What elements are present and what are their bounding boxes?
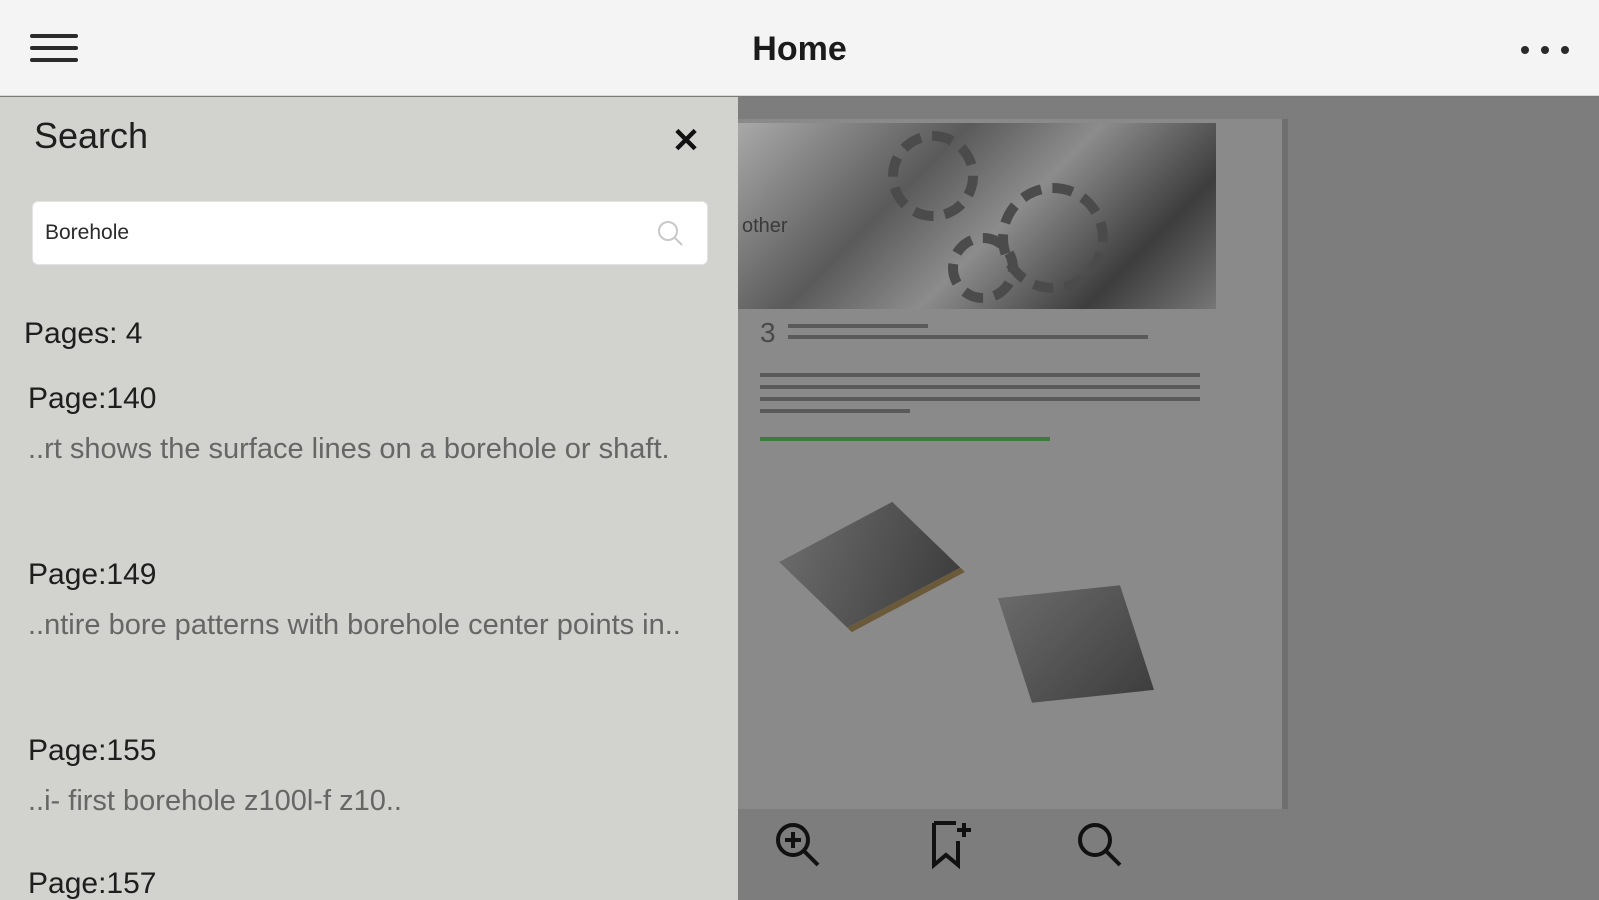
pdf-page: other 3	[738, 119, 1288, 809]
more-horizontal-icon[interactable]	[1521, 36, 1569, 64]
bookmark-add-icon[interactable]	[922, 817, 978, 873]
result-page-label: Page:140	[28, 382, 157, 415]
insert-tile-image	[779, 501, 965, 633]
search-result-item[interactable]: Page:149 ..ntire bore patterns with bore…	[28, 558, 718, 647]
gear-shape	[888, 131, 978, 221]
panel-title: Search	[34, 115, 149, 156]
text-line	[760, 385, 1200, 389]
document-viewer[interactable]: other 3	[738, 97, 1599, 900]
search-icon[interactable]	[655, 218, 685, 248]
result-snippet: ..rt shows the surface lines on a boreho…	[28, 433, 670, 465]
result-snippet: ..ntire bore patterns with borehole cent…	[28, 609, 681, 641]
text-line	[760, 397, 1200, 401]
gear-shape	[948, 233, 1018, 303]
dot	[1541, 46, 1549, 54]
search-box	[32, 201, 708, 265]
result-page-label: Page:157	[28, 867, 157, 900]
page-side-text: other	[742, 215, 788, 237]
text-line	[760, 373, 1200, 377]
text-line	[788, 324, 928, 328]
search-input[interactable]	[45, 202, 645, 264]
search-result-item[interactable]: Page:140 ..rt shows the surface lines on…	[28, 382, 718, 471]
text-line	[760, 409, 910, 413]
dot	[1521, 46, 1529, 54]
zoom-in-icon[interactable]	[770, 817, 826, 873]
search-icon[interactable]	[1072, 817, 1128, 873]
app-header: Home	[0, 0, 1599, 96]
insert-tile-image	[997, 585, 1155, 703]
step-number: 3	[760, 317, 776, 348]
result-snippet: ..i- first borehole z100l-f z10..	[28, 785, 402, 817]
text-line	[788, 335, 1148, 339]
green-note-line	[760, 437, 1050, 441]
search-result-item[interactable]: Page:155 ..i- first borehole z100l-f z10…	[28, 734, 718, 823]
result-page-label: Page:155	[28, 734, 157, 767]
search-result-item[interactable]: Page:157	[28, 867, 718, 900]
search-panel: Search ✕ Pages: 4 Page:140 ..rt shows th…	[0, 97, 738, 900]
result-page-label: Page:149	[28, 558, 157, 591]
close-icon[interactable]: ✕	[668, 123, 704, 159]
page-title: Home	[752, 30, 847, 68]
machine-photo	[738, 123, 1216, 309]
dot	[1561, 46, 1569, 54]
pages-count: Pages: 4	[24, 317, 143, 350]
